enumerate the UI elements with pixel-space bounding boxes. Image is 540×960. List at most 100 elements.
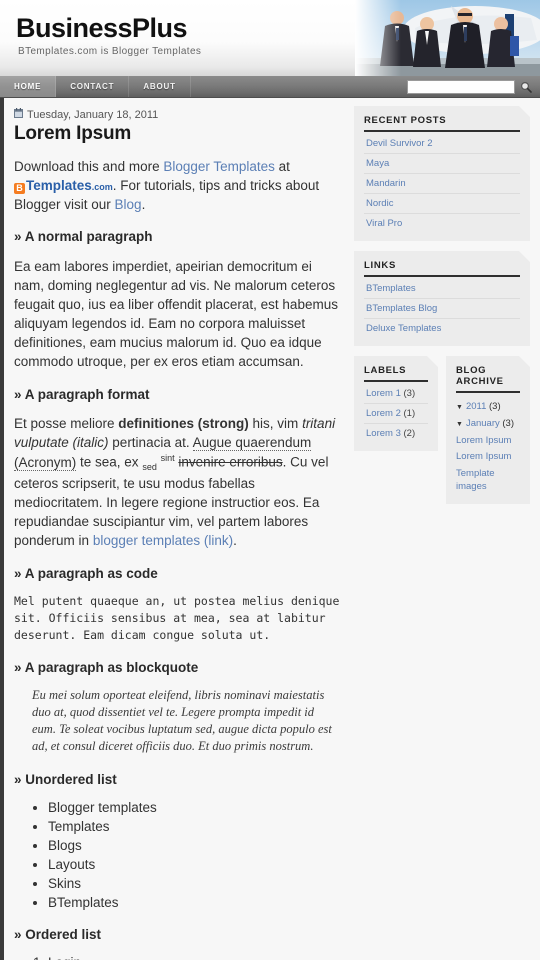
label-link[interactable]: Lorem 2 — [366, 408, 401, 419]
format-paragraph-text: Et posse meliore definitiones (strong) h… — [14, 414, 340, 551]
list-item: Maya — [364, 154, 520, 174]
archive-year-count: (3) — [489, 401, 501, 412]
fmt-t4: te sea, ex — [76, 454, 143, 470]
sidebar-column: RECENT POSTS Devil Survivor 2 Maya Manda… — [350, 98, 536, 514]
btemplates-logo-name: Templates — [26, 178, 92, 194]
unordered-list: Blogger templates Templates Blogs Layout… — [14, 799, 340, 912]
page-root: BusinessPlus BTemplates.com is Blogger T… — [0, 0, 540, 960]
widget-title-blog-archive: BLOG ARCHIVE — [456, 365, 520, 393]
label-count: (2) — [403, 428, 416, 439]
intro-part2: at — [274, 159, 290, 174]
list-item: Templates — [48, 818, 340, 836]
blog-link[interactable]: Blog — [115, 197, 142, 212]
intro-part4: . — [141, 197, 146, 213]
list-item: Blogger templates — [48, 799, 340, 817]
archive-year-row: ▼ 2011 (3) — [456, 399, 520, 416]
archive-post-link[interactable]: Lorem Ipsum — [456, 451, 511, 462]
recent-post-link[interactable]: Mandarin — [366, 178, 406, 189]
sidebar-link[interactable]: BTemplates Blog — [366, 303, 437, 314]
widget-title-links: LINKS — [364, 260, 520, 277]
recent-post-link[interactable]: Maya — [366, 158, 389, 169]
label-link[interactable]: Lorem 1 — [366, 388, 401, 399]
links-list: BTemplates BTemplates Blog Deluxe Templa… — [364, 279, 520, 338]
list-item: Skins — [48, 875, 340, 893]
blog-description: BTemplates.com is Blogger Templates — [18, 46, 202, 58]
post-date-text: Tuesday, January 18, 2011 — [27, 108, 159, 121]
btemplates-badge-icon: B — [14, 183, 25, 195]
sidebar-bottom-row: LABELS Lorem 1 (3) Lorem 2 (1) Lorem 3 (… — [354, 356, 530, 514]
archive-post-row: Lorem Ipsum — [456, 449, 520, 466]
list-item: BTemplates — [48, 894, 340, 912]
intro-part1: Download this and more — [14, 159, 164, 174]
widget-links: LINKS BTemplates BTemplates Blog Deluxe … — [354, 251, 530, 346]
search-icon[interactable] — [518, 79, 534, 95]
triangle-down-icon[interactable]: ▼ — [456, 421, 463, 428]
archive-month-link[interactable]: January — [466, 418, 500, 429]
sidebar-link[interactable]: Deluxe Templates — [366, 323, 441, 334]
btemplates-logo-tld: .com — [91, 182, 113, 193]
list-item: BTemplates — [364, 279, 520, 299]
blog-title: BusinessPlus — [16, 13, 188, 43]
labels-list: Lorem 1 (3) Lorem 2 (1) Lorem 3 (2) — [364, 384, 428, 443]
list-item: Lorem 3 (2) — [364, 424, 428, 443]
recent-post-link[interactable]: Devil Survivor 2 — [366, 138, 433, 149]
list-item: Mandarin — [364, 174, 520, 194]
fmt-t2: his, vim — [248, 415, 303, 431]
heading-ordered-list: » Ordered list — [14, 926, 102, 942]
widget-title-recent-posts: RECENT POSTS — [364, 115, 520, 132]
archive-post-link[interactable]: Template images — [456, 468, 495, 492]
nav-item-about[interactable]: ABOUT — [129, 76, 191, 97]
heading-paragraph-code: » A paragraph as code — [14, 565, 158, 581]
search-form — [407, 79, 534, 95]
widget-blog-archive: BLOG ARCHIVE ▼ 2011 (3) ▼ January (3) Lore… — [446, 356, 530, 504]
heading-paragraph-blockquote: » A paragraph as blockquote — [14, 659, 199, 675]
sidebar-link[interactable]: BTemplates — [366, 283, 416, 294]
archive-month-count: (3) — [502, 417, 515, 429]
fmt-superscript: sint — [160, 453, 175, 464]
list-item: Viral Pro — [364, 214, 520, 233]
post-date-line: Tuesday, January 18, 2011 — [14, 108, 340, 121]
heading-normal-paragraph: » A normal paragraph — [14, 229, 153, 245]
list-item: Blogs — [48, 837, 340, 855]
list-item: BTemplates Blog — [364, 299, 520, 319]
ordered-list: Login Visit BTemplates Download template… — [14, 954, 340, 960]
blockquote-block: Eu mei solum oporteat eleifend, libris n… — [32, 687, 332, 754]
normal-paragraph-text: Ea eam labores imperdiet, apeirian democ… — [14, 258, 338, 370]
nav-item-contact[interactable]: CONTACT — [56, 76, 130, 97]
fmt-t1: Et posse meliore — [14, 415, 119, 431]
post-intro-paragraph: Download this and more Blogger Templates… — [14, 157, 340, 214]
fmt-inline-link[interactable]: blogger templates (link) — [93, 533, 233, 548]
fmt-t3: pertinacia at. — [108, 434, 193, 450]
widget-labels: LABELS Lorem 1 (3) Lorem 2 (1) Lorem 3 (… — [354, 356, 438, 451]
heading-unordered-list: » Unordered list — [14, 771, 117, 787]
btemplates-inline-logo[interactable]: B Templates .com — [14, 176, 113, 195]
nav-item-home[interactable]: HOME — [0, 76, 57, 97]
list-item: Deluxe Templates — [364, 319, 520, 338]
list-item: Layouts — [48, 856, 340, 874]
archive-list: ▼ 2011 (3) ▼ January (3) Lorem Ipsum Lorem… — [456, 395, 520, 496]
header-banner-photo — [355, 0, 540, 76]
code-block: Mel putent quaeque an, ut postea melius … — [14, 593, 347, 643]
content-wrapper: Tuesday, January 18, 2011 Lorem Ipsum Do… — [0, 98, 540, 960]
main-navigation: HOME CONTACT ABOUT — [0, 76, 540, 98]
post-title: Lorem Ipsum — [14, 123, 132, 144]
main-content-column: Tuesday, January 18, 2011 Lorem Ipsum Do… — [0, 98, 350, 960]
search-input[interactable] — [407, 80, 515, 94]
recent-post-link[interactable]: Nordic — [366, 198, 393, 209]
blogger-templates-link[interactable]: Blogger Templates — [163, 159, 275, 174]
label-link[interactable]: Lorem 3 — [366, 428, 401, 439]
recent-post-link[interactable]: Viral Pro — [366, 218, 402, 229]
list-item: Devil Survivor 2 — [364, 134, 520, 154]
archive-post-row: Lorem Ipsum — [456, 433, 520, 450]
label-count: (1) — [403, 408, 416, 419]
widget-title-labels: LABELS — [364, 365, 428, 382]
archive-post-link[interactable]: Lorem Ipsum — [456, 435, 511, 446]
heading-paragraph-format: » A paragraph format — [14, 386, 150, 402]
archive-year-link[interactable]: 2011 — [466, 401, 486, 412]
list-item: Nordic — [364, 194, 520, 214]
label-count: (3) — [403, 388, 416, 399]
fmt-strikethrough: invenire erroribus — [178, 454, 283, 470]
triangle-down-icon[interactable]: ▼ — [456, 404, 463, 411]
archive-post-row: Template images — [456, 466, 520, 496]
ordered-item-text: Login — [48, 955, 81, 960]
